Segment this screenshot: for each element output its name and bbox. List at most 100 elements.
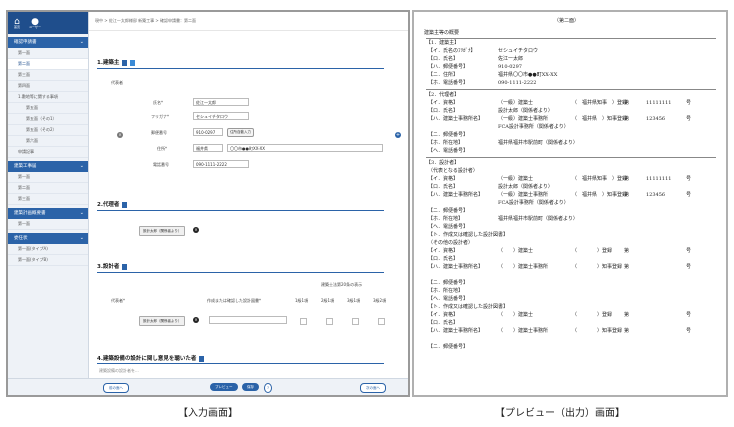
tel-label: 電話番号 [153, 162, 169, 167]
drawings-input[interactable] [209, 316, 287, 324]
sidebar-item[interactable]: 第一面 [8, 172, 88, 183]
preview-cell: 号 [686, 116, 692, 122]
sidebar-item[interactable]: 第一面(タイプB) [8, 255, 88, 266]
preview-cell: 123456 [646, 116, 666, 122]
name-input[interactable]: 佐江一太郎 [193, 98, 249, 106]
agent-remove-icon[interactable]: × [193, 227, 199, 233]
next-page-button[interactable]: 次の面へ [360, 383, 386, 393]
section-2-rule [97, 210, 384, 211]
preview-cell: 号 [686, 328, 692, 334]
preview-cell: 【ロ．氏名】 [428, 184, 459, 190]
kind-checkbox-2[interactable] [326, 318, 333, 325]
sidebar-item[interactable]: 第三面 [8, 194, 88, 205]
preview-cell: （一級）建築士 [498, 100, 534, 106]
preview-cell: （ ）登録 [572, 312, 613, 318]
chevron-down-icon[interactable]: ⌄ [80, 208, 84, 219]
agent-chip[interactable]: 設計太郎（関係者より） [139, 226, 186, 236]
sidebar-item[interactable]: 第五面（その1） [8, 114, 88, 125]
architect-law-label: 建築士法第20条の表示 [321, 282, 363, 287]
address-input[interactable]: 〇〇市●●町XX-XX [227, 144, 383, 152]
preview-cell: 【ヘ．電話番号】 [428, 296, 469, 302]
sidebar-item[interactable]: 第二面 [8, 183, 88, 194]
preview-cell: （一級）建築士事務所 [498, 192, 549, 198]
sidebar-section[interactable]: 建築工事届 ⌄ [8, 161, 88, 172]
preview-cell: FCA設計事務所（関係者より） [498, 200, 569, 206]
chevron-down-icon[interactable]: ⌄ [80, 37, 84, 48]
designer-chip[interactable]: 設計太郎（関係者より） [139, 316, 186, 326]
section-divider [426, 157, 716, 158]
kana-input[interactable]: セシュイチタロウ [193, 112, 249, 120]
preview-cell: 【ニ．住所】 [428, 72, 459, 78]
preview-caption: 【プレビュー（出力）画面】 [495, 408, 625, 419]
preview-cell: 【ヘ．電話番号】 [428, 224, 469, 230]
preview-cell: 福井県福井市駅前町（関係者より） [498, 140, 578, 146]
help-icon[interactable]: ? [264, 383, 272, 393]
preview-cell: 【ロ．氏名】 [428, 56, 459, 62]
sidebar-item[interactable]: 申請記事 [8, 147, 88, 158]
tel-input[interactable]: 090-1111-2222 [193, 160, 249, 168]
sidebar-section[interactable]: 委任状 ⌄ [8, 233, 88, 244]
preview-cell: （ 福井県知事 ）登録 [572, 176, 628, 182]
preview-cell: （ 福井県 ）知事登録 [572, 116, 628, 122]
user-icon[interactable]: ● ユーザー [26, 12, 44, 34]
doc-icon [122, 263, 128, 270]
preview-cell: （ ）登録 [572, 248, 613, 254]
sidebar-item[interactable]: 第一面 [8, 48, 88, 59]
sidebar-section[interactable]: 建築計画概要書 ⌄ [8, 208, 88, 219]
kind-checkbox-4[interactable] [378, 318, 385, 325]
sidebar-item[interactable]: 1.敷地等に関する事項 [8, 92, 88, 103]
doc-icon [199, 355, 205, 362]
preview-cell: 福井県福井市駅前町（関係者より） [498, 216, 578, 222]
preview-cell: 【ハ．建築士事務所名】 [428, 192, 484, 198]
preview-cell: 【ハ．郵便番号】 [428, 64, 469, 70]
chevron-down-icon[interactable]: ⌄ [80, 161, 84, 172]
add-icon[interactable] [130, 59, 136, 66]
sidebar-item[interactable]: 第五面（その2） [8, 125, 88, 136]
sidebar-section-label: 委任状 [14, 236, 28, 241]
sidebar-item[interactable]: 第二面 [8, 59, 88, 70]
preview-section-1: 【1．建築主】 [426, 40, 460, 46]
preview-cell: 【ハ．建築士事務所名】 [428, 264, 484, 270]
home-icon[interactable]: ⌂ 首页 [8, 12, 26, 34]
preview-section-3: 【3．設計者】 [426, 160, 460, 166]
preview-cell: 【ヘ．電話番号】 [428, 148, 469, 154]
zip-input[interactable]: 910-0297 [193, 128, 223, 136]
preview-cell: （ ）知事登録 [572, 328, 623, 334]
designer-remove-icon[interactable]: × [193, 317, 199, 323]
sidebar-item[interactable]: 第五面 [8, 103, 88, 114]
row-delete-icon[interactable]: × [117, 132, 123, 138]
kind-checkbox-1[interactable] [300, 318, 307, 325]
preview-button[interactable]: プレビュー [210, 383, 238, 391]
add-row-icon[interactable]: + [395, 132, 401, 138]
preview-cell: 号 [686, 192, 692, 198]
preview-cell: 号 [686, 248, 692, 254]
prefecture-select[interactable]: 福井県 [193, 144, 223, 152]
sidebar-item[interactable]: 第一面 [8, 219, 88, 230]
preview-cell: 【ニ．郵便番号】 [428, 280, 469, 286]
preview-cell: 【ニ．郵便番号】 [428, 344, 469, 350]
sidebar-item[interactable]: 第三面 [8, 70, 88, 81]
preview-cell: 【ト．作成又は確認した設計図書】 [428, 232, 509, 238]
save-button[interactable]: 保存 [242, 383, 259, 391]
input-caption: 【入力画面】 [178, 408, 238, 419]
preview-cell: （ 福井県知事 ）登録 [572, 100, 628, 106]
sidebar-item[interactable]: 第四面 [8, 81, 88, 92]
sidebar-item[interactable]: 第六面 [8, 136, 88, 147]
preview-cell: 【ト．作成又は確認した設計図書】 [428, 304, 509, 310]
preview-cell: 090-1111-2222 [498, 80, 537, 86]
preview-cell: 11111111 [646, 176, 672, 182]
sidebar: ⌂ 首页 ● ユーザー 確認申請書 ⌄ 第一面 第二面 第三面 第四面 1.敷地等に関する事項第… [8, 12, 89, 395]
preview-cell: 11111111 [646, 100, 672, 106]
sidebar-item[interactable]: 第一面(タイプA) [8, 244, 88, 255]
sidebar-section[interactable]: 確認申請書 ⌄ [8, 37, 88, 48]
zip-autofill-button[interactable]: 住所自動入力 [227, 128, 254, 137]
kind-checkbox-3[interactable] [352, 318, 359, 325]
representative-label: 代表者 [111, 80, 123, 85]
preview-cell: （ ）知事登録 [572, 264, 623, 270]
chevron-down-icon[interactable]: ⌄ [80, 233, 84, 244]
section-4-title: 4.建築設備の設計に関し意見を聴いた者 [97, 354, 205, 362]
preview-cell: 【イ．資格】 [428, 312, 459, 318]
preview-subheading: （その他の設計者） [428, 240, 474, 246]
preview-cell: 【ロ．氏名】 [428, 108, 459, 114]
prev-page-button[interactable]: 前の面へ [103, 383, 129, 393]
